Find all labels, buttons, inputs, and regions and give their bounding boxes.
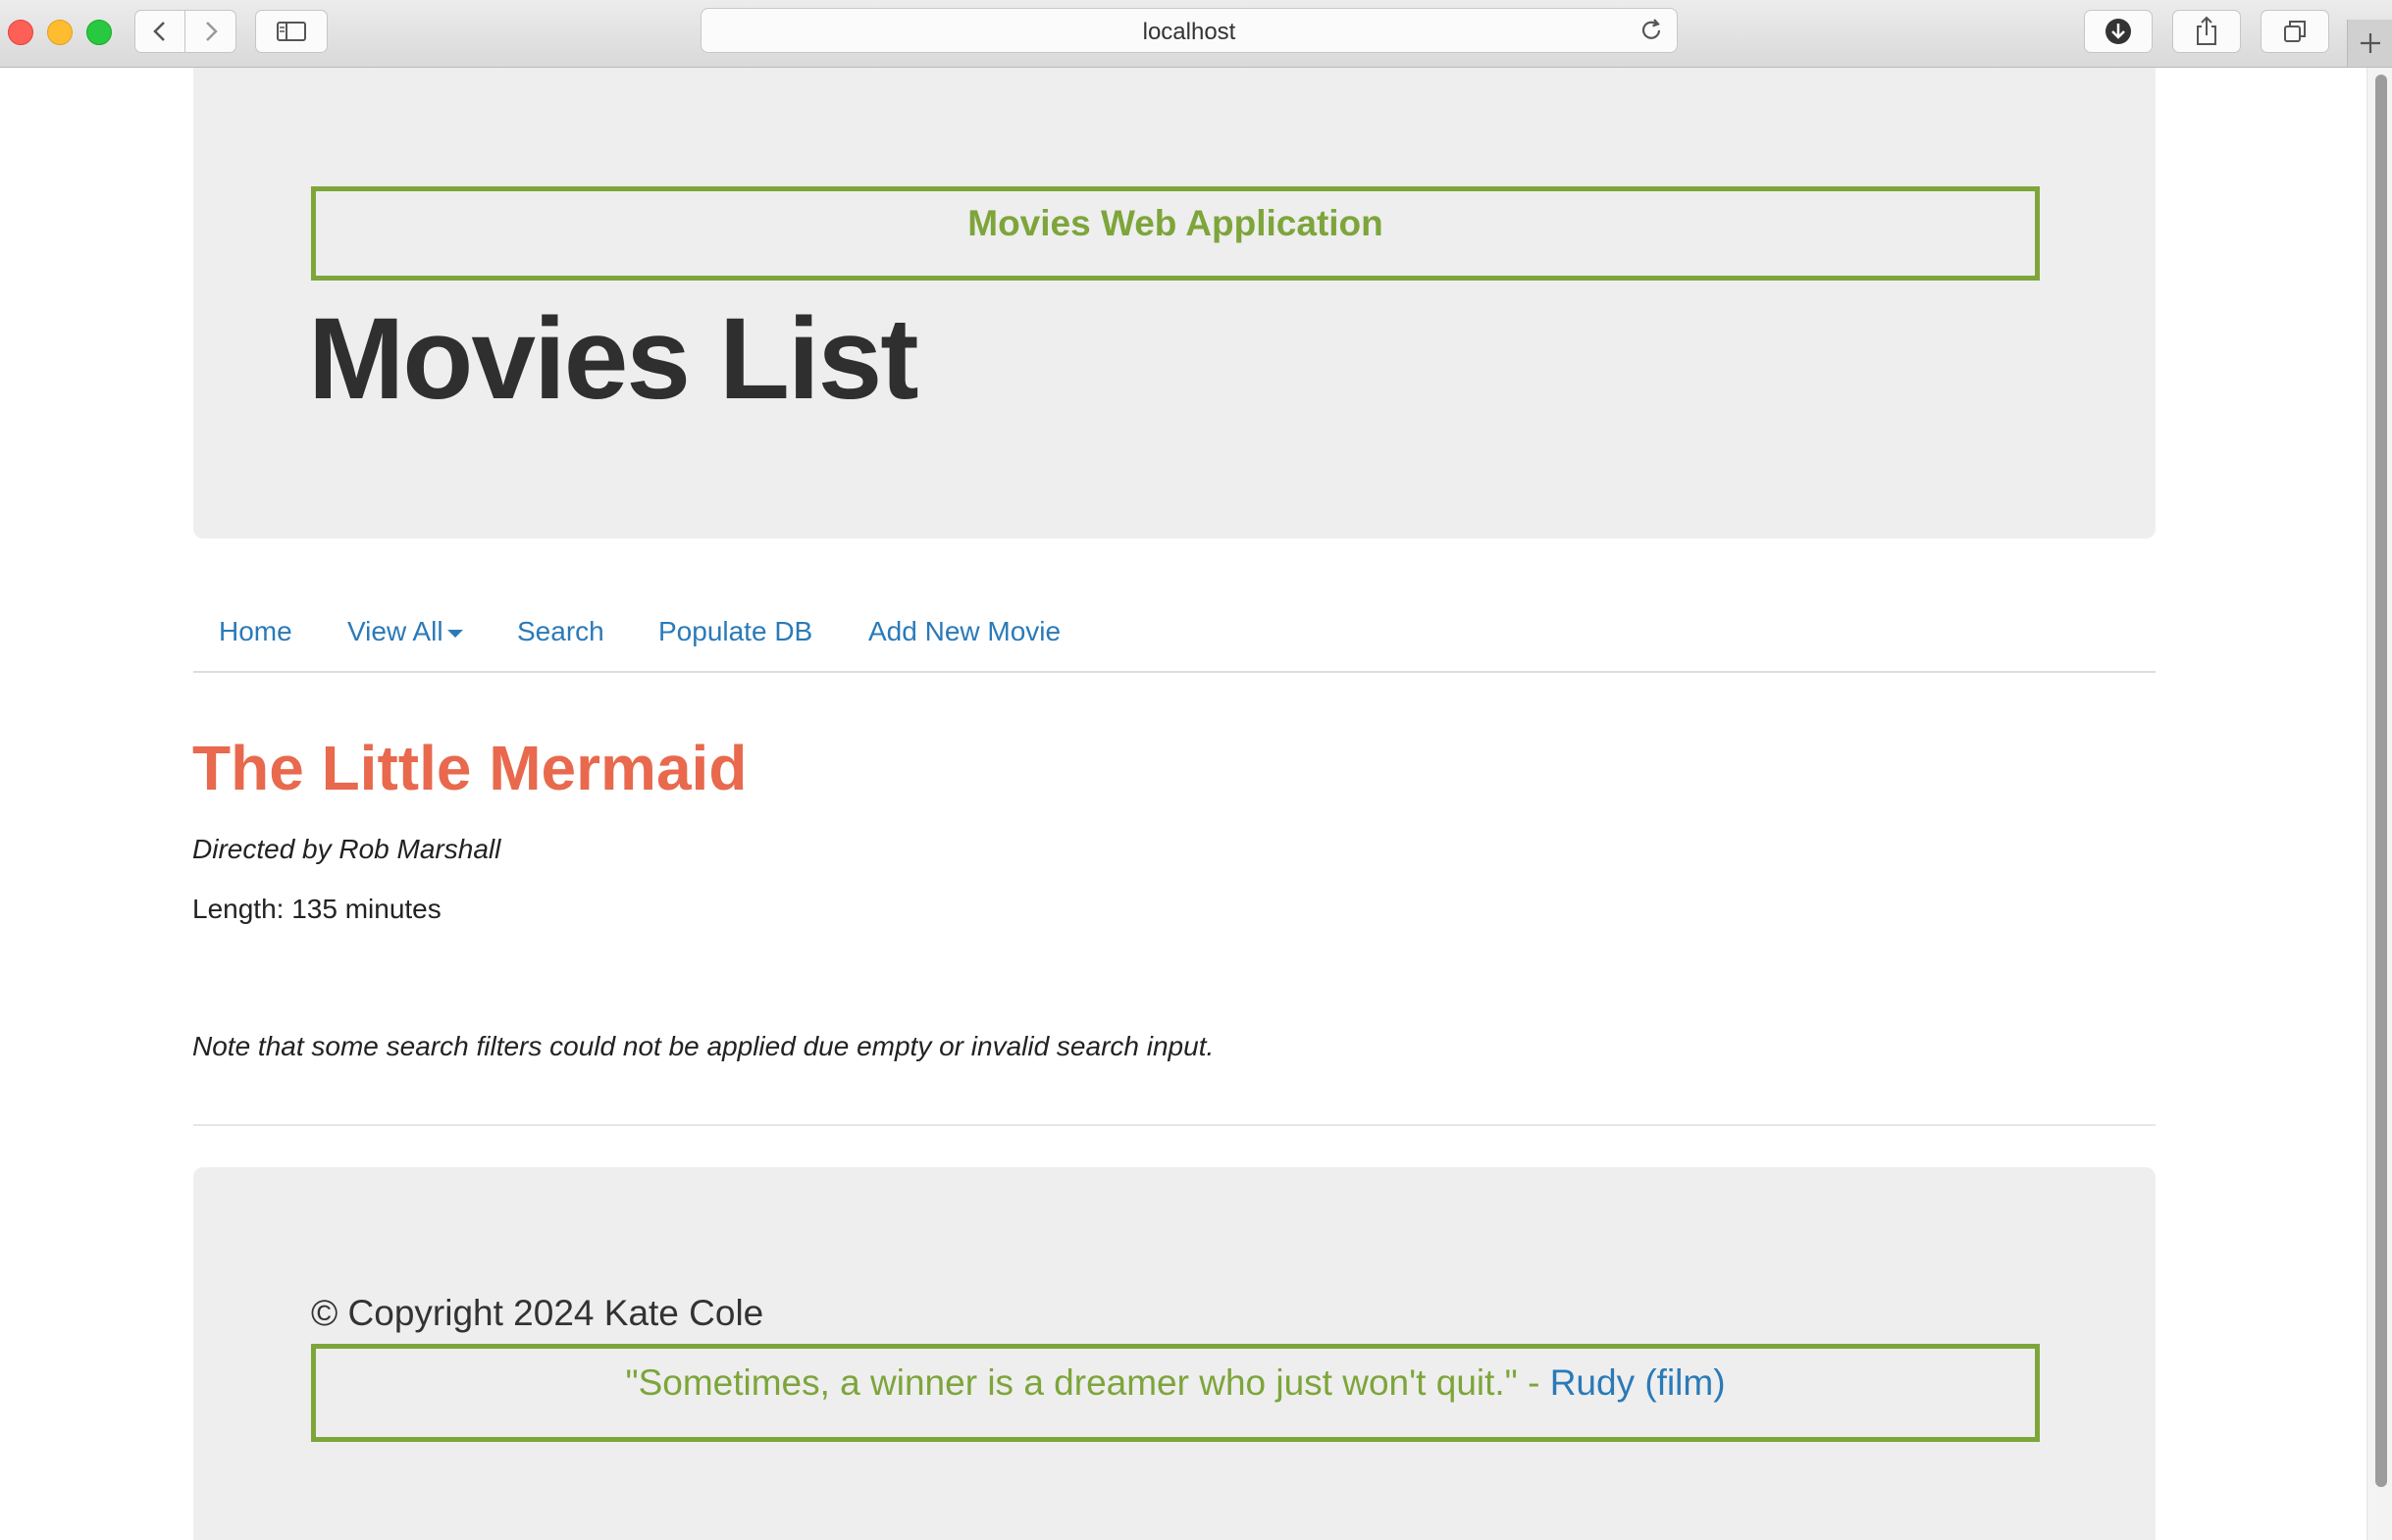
downloads-button[interactable] — [2084, 10, 2153, 53]
movie-length: Length: 135 minutes — [192, 894, 442, 924]
quote-box: "Sometimes, a winner is a dreamer who ju… — [311, 1344, 2040, 1442]
nav-search[interactable]: Search — [517, 616, 604, 647]
address-text: localhost — [1142, 19, 1236, 45]
forward-icon — [205, 22, 218, 41]
nav-populate-db[interactable]: Populate DB — [658, 616, 812, 647]
share-button[interactable] — [2172, 10, 2241, 53]
nav-view-all-label: View All — [347, 616, 443, 646]
sidebar-icon — [277, 22, 306, 41]
app-title: Movies Web Application — [967, 203, 1383, 243]
scrollbar-thumb[interactable] — [2375, 75, 2387, 1487]
quote-text: "Sometimes, a winner is a dreamer who ju… — [625, 1362, 1550, 1403]
download-icon — [2106, 19, 2131, 44]
page-title: Movies List — [308, 294, 919, 424]
browser-toolbar: localhost — [0, 0, 2392, 68]
quote-source-link[interactable]: Rudy (film) — [1550, 1362, 1726, 1403]
page-footer: © Copyright 2024 Kate Cole "Sometimes, a… — [193, 1167, 2156, 1540]
minimize-window-button[interactable] — [47, 20, 73, 45]
back-button[interactable] — [134, 10, 185, 53]
new-tab-button[interactable] — [2347, 20, 2392, 67]
nav-home[interactable]: Home — [219, 616, 292, 647]
nav-view-all[interactable]: View All — [347, 616, 463, 647]
zoom-window-button[interactable] — [86, 20, 112, 45]
copyright-text: © Copyright 2024 Kate Cole — [311, 1293, 764, 1333]
plus-icon — [2361, 33, 2380, 53]
movie-director: Directed by Rob Marshall — [192, 834, 501, 864]
reload-icon[interactable] — [1638, 17, 1665, 44]
page-header: Movies Web Application Movies List — [193, 68, 2156, 539]
back-icon — [153, 22, 165, 41]
show-tabs-button[interactable] — [2261, 10, 2329, 53]
divider — [193, 1124, 2156, 1126]
forward-button[interactable] — [185, 10, 236, 53]
close-window-button[interactable] — [8, 20, 33, 45]
app-title-box: Movies Web Application — [311, 186, 2040, 281]
sidebar-toggle-button[interactable] — [255, 10, 328, 53]
quote: "Sometimes, a winner is a dreamer who ju… — [625, 1362, 1725, 1404]
share-icon — [2197, 16, 2216, 45]
tabs-icon — [2284, 21, 2306, 42]
address-bar[interactable]: localhost — [701, 8, 1678, 53]
search-note: Note that some search filters could not … — [192, 1031, 1215, 1061]
chevron-down-icon — [446, 629, 463, 638]
nav-add-new-movie[interactable]: Add New Movie — [868, 616, 1061, 647]
movie-title: The Little Mermaid — [192, 733, 748, 803]
main-nav: Home View All Search Populate DB Add New… — [193, 598, 2156, 673]
